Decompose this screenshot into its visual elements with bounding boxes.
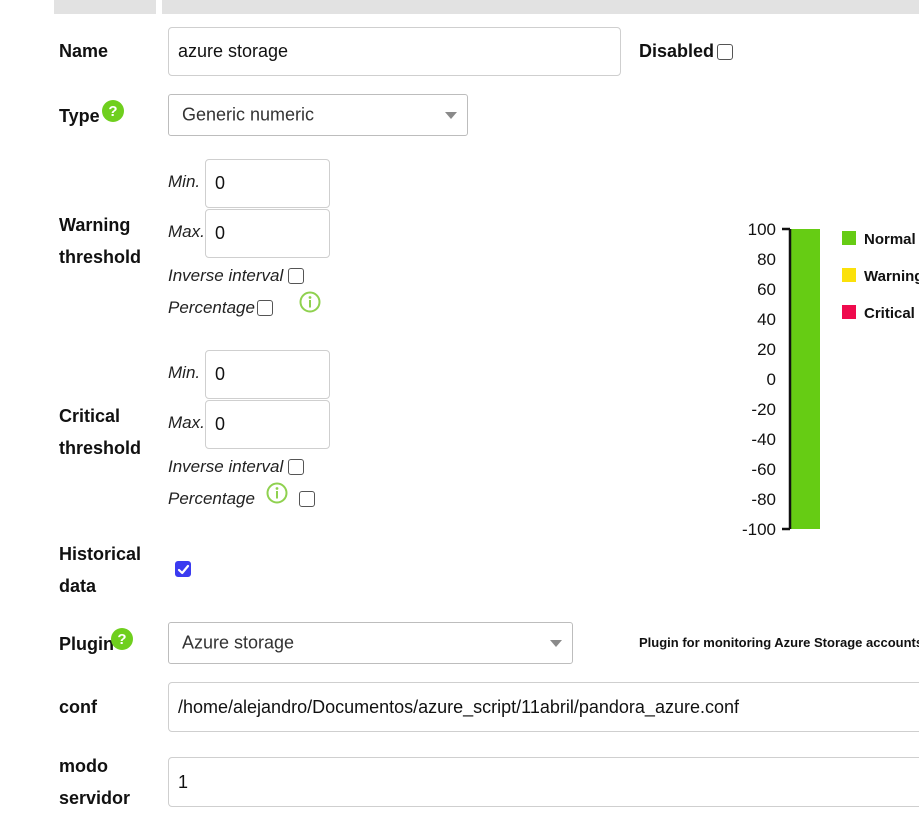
- type-label: Type: [59, 106, 100, 126]
- name-label: Name: [59, 41, 109, 61]
- critical-percentage-checkbox[interactable]: [299, 491, 315, 507]
- info-icon[interactable]: [299, 291, 321, 313]
- critical-max-label: Max.: [168, 413, 205, 432]
- warning-percentage-label: Percentage: [168, 298, 255, 317]
- warning-min-label: Min.: [168, 172, 201, 191]
- name-input[interactable]: [168, 27, 621, 76]
- warning-threshold-label-line2: threshold: [59, 247, 142, 267]
- historical-data-label-line1: Historical: [59, 544, 142, 564]
- chart-tick-label: 80: [757, 250, 776, 269]
- header-strip-right: [162, 0, 919, 14]
- legend-label-warning: Warning: [864, 268, 919, 285]
- modo-servidor-label-line1: modo: [59, 756, 108, 776]
- historical-data-checkbox[interactable]: [175, 561, 191, 577]
- modo-servidor-label-line2: servidor: [59, 788, 131, 808]
- warning-min-input[interactable]: [205, 159, 330, 208]
- critical-inverse-checkbox[interactable]: [288, 459, 304, 475]
- critical-max-input[interactable]: [205, 400, 330, 449]
- chart-tick-label: -40: [751, 430, 776, 449]
- chart-tick-label: -20: [751, 400, 776, 419]
- checkmark-icon: [177, 564, 190, 575]
- critical-threshold-label-line1: Critical: [59, 406, 121, 426]
- critical-percentage-label: Percentage: [168, 489, 255, 508]
- plugin-label: Plugin: [59, 634, 114, 654]
- chart-band-normal: [790, 229, 820, 529]
- disabled-checkbox[interactable]: [717, 44, 733, 60]
- type-select[interactable]: Generic numeric: [168, 94, 468, 136]
- legend-swatch-normal: [842, 231, 856, 245]
- warning-inverse-label: Inverse interval: [168, 266, 284, 285]
- threshold-chart-svg: 100 80 60 40 20 0 -20 -40 -60 -80 -100 Normal Warnin…: [742, 220, 919, 539]
- chart-tick-label: 0: [767, 370, 776, 389]
- warning-max-label: Max.: [168, 222, 205, 241]
- historical-data-label-line2: data: [59, 576, 97, 596]
- disabled-label: Disabled: [639, 41, 715, 61]
- chart-tick-label: 20: [757, 340, 776, 359]
- type-select-value: Generic numeric: [182, 104, 315, 125]
- conf-label: conf: [59, 697, 97, 717]
- critical-inverse-label: Inverse interval: [168, 457, 284, 476]
- header-strip-left: [54, 0, 156, 14]
- info-icon[interactable]: [266, 482, 288, 504]
- threshold-chart: 100 80 60 40 20 0 -20 -40 -60 -80 -100 Normal Warnin…: [690, 215, 919, 545]
- critical-min-label: Min.: [168, 363, 201, 382]
- critical-threshold-label-line2: threshold: [59, 438, 142, 458]
- chart-tick-label: 40: [757, 310, 776, 329]
- chart-tick-label: 60: [757, 280, 776, 299]
- warning-inverse-checkbox[interactable]: [288, 268, 304, 284]
- legend-label-critical: Critical: [864, 305, 915, 322]
- conf-input[interactable]: [168, 682, 919, 732]
- plugin-select-value: Azure storage: [182, 632, 295, 653]
- help-icon[interactable]: ?: [102, 100, 124, 122]
- chart-tick-label: -80: [751, 490, 776, 509]
- legend-swatch-warning: [842, 268, 856, 282]
- legend-swatch-critical: [842, 305, 856, 319]
- chevron-down-icon: [550, 640, 562, 647]
- warning-percentage-checkbox[interactable]: [257, 300, 273, 316]
- plugin-description: Plugin for monitoring Azure Storage acco…: [639, 635, 919, 650]
- chart-tick-label: -60: [751, 460, 776, 479]
- modo-servidor-input[interactable]: [168, 757, 919, 807]
- help-icon[interactable]: ?: [111, 628, 133, 650]
- svg-text:?: ?: [108, 103, 117, 120]
- warning-max-input[interactable]: [205, 209, 330, 258]
- chart-tick-label: 100: [748, 220, 776, 239]
- chart-tick-label: -100: [742, 520, 776, 539]
- warning-threshold-label-line1: Warning: [59, 215, 131, 235]
- chevron-down-icon: [445, 112, 457, 119]
- critical-min-input[interactable]: [205, 350, 330, 399]
- svg-text:?: ?: [117, 631, 126, 648]
- legend-label-normal: Normal: [864, 231, 916, 248]
- plugin-select[interactable]: Azure storage: [168, 622, 573, 664]
